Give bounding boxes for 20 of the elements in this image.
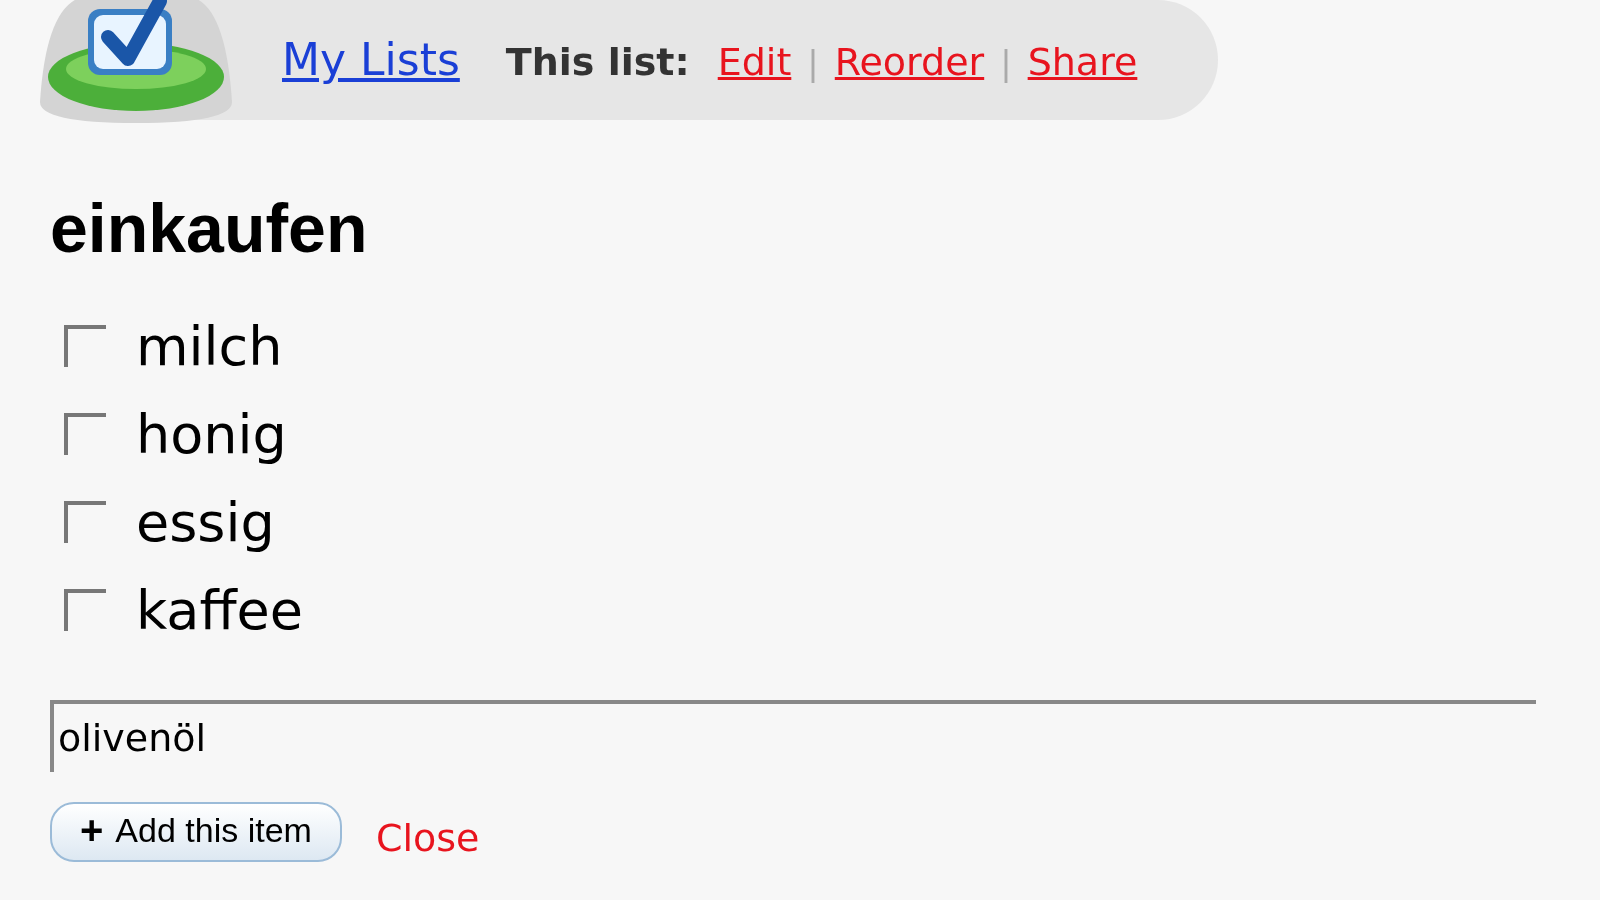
checkbox[interactable] bbox=[64, 413, 106, 455]
checkbox[interactable] bbox=[64, 325, 106, 367]
plus-icon: + bbox=[80, 808, 104, 852]
separator: | bbox=[807, 42, 819, 85]
separator: | bbox=[1000, 42, 1012, 85]
checkbox[interactable] bbox=[64, 501, 106, 543]
action-link[interactable]: Share bbox=[1027, 34, 1138, 91]
action-link[interactable]: Reorder bbox=[834, 34, 985, 91]
new-item-field[interactable]: olivenöl bbox=[50, 700, 1536, 772]
close-link[interactable]: Close bbox=[375, 810, 480, 867]
checkbox[interactable] bbox=[64, 589, 106, 631]
item-label: milch bbox=[136, 313, 283, 380]
my-lists-link[interactable]: My Lists bbox=[282, 27, 460, 93]
item-label: honig bbox=[136, 401, 287, 468]
list-title: einkaufen bbox=[50, 194, 369, 262]
this-list-label: This list: bbox=[505, 39, 690, 86]
action-link[interactable]: Edit bbox=[717, 34, 792, 91]
add-item-button[interactable]: + Add this item bbox=[50, 802, 342, 862]
item-label: kaffee bbox=[136, 577, 304, 644]
item-label: essig bbox=[136, 489, 275, 556]
